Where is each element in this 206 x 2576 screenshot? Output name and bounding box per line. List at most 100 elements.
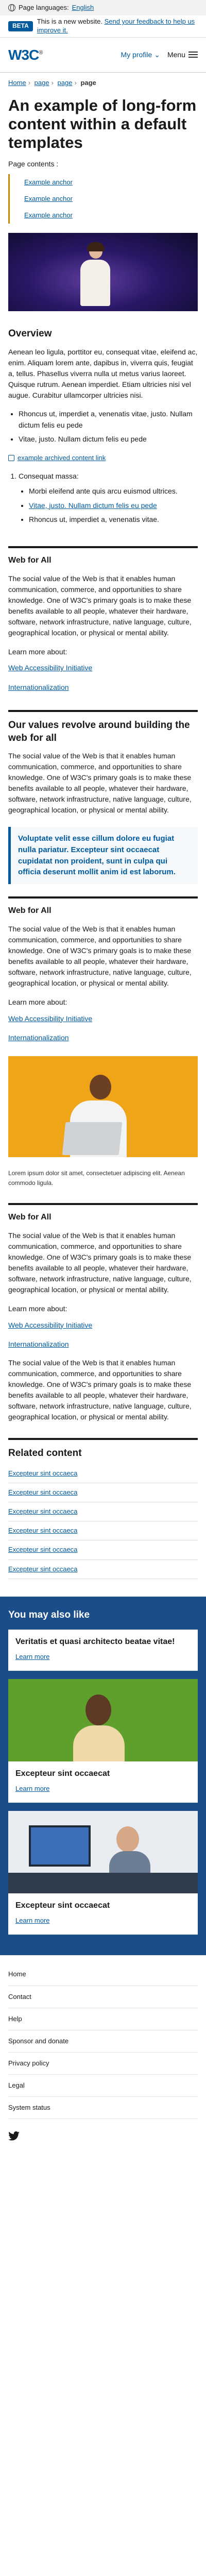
list-item: Vitae, justo. Nullam dictum felis eu ped…	[29, 499, 198, 513]
footer-link-help[interactable]: Help	[8, 2015, 22, 2023]
list-item: Rhoncus ut, imperdiet a, venenatis vitae…	[29, 513, 198, 527]
list-item: Excepteur sint occaeca	[8, 1502, 198, 1522]
i18n-link[interactable]: Internationalization	[8, 1033, 69, 1042]
footer-item: Contact	[8, 1986, 198, 2008]
footer-link-legal[interactable]: Legal	[8, 2081, 25, 2089]
card-learn-more-link[interactable]: Learn more	[15, 1785, 49, 1792]
toc-item: Example anchor	[24, 191, 190, 207]
nested-list-link[interactable]: Vitae, justo. Nullam dictum felis eu ped…	[29, 501, 157, 510]
breadcrumb-home[interactable]: Home	[8, 79, 26, 87]
card-body: Excepteur sint occaecat Learn more	[8, 1893, 198, 1935]
wai-link[interactable]: Web Accessibility Initiative	[8, 1014, 92, 1023]
footer-item: Sponsor and donate	[8, 2030, 198, 2053]
toc-link[interactable]: Example anchor	[24, 211, 73, 219]
section-heading-web-for-all: Web for All	[8, 555, 52, 565]
learn-more-label: Learn more about:	[8, 1304, 67, 1313]
toc-item: Example anchor	[24, 207, 190, 224]
breadcrumb-page-1[interactable]: page	[35, 79, 49, 87]
hero-image-speaker	[8, 233, 198, 312]
section-paragraph: The social value of the Web is that it e…	[8, 1359, 192, 1421]
overview-paragraph: Aenean leo ligula, porttitor eu, consequ…	[8, 348, 198, 400]
beta-text: This is a new website. Send your feedbac…	[37, 18, 198, 35]
promo-card[interactable]: Excepteur sint occaecat Learn more	[8, 1679, 198, 1803]
i18n-link[interactable]: Internationalization	[8, 1340, 69, 1348]
footer-link-privacy[interactable]: Privacy policy	[8, 2059, 49, 2067]
laptop-shape	[62, 1122, 123, 1156]
card-body: Veritatis et quasi architecto beatae vit…	[8, 1630, 198, 1671]
also-like-heading: You may also like	[8, 1609, 90, 1620]
toc-link[interactable]: Example anchor	[24, 195, 73, 202]
section-heading-web-for-all: Web for All	[8, 906, 52, 916]
language-link-english[interactable]: English	[72, 3, 94, 13]
woman-head	[85, 1694, 111, 1726]
overview-bullets: Rhoncus ut, imperdiet a, venenatis vitae…	[0, 404, 206, 450]
language-bar: Page languages: English	[0, 0, 206, 15]
link-paragraph: Internationalization	[0, 1335, 206, 1354]
section-paragraph: The social value of the Web is that it e…	[8, 574, 192, 637]
related-content-heading: Related content	[8, 1448, 82, 1459]
monitor-shape	[29, 1825, 91, 1867]
site-header: W3C® My profile ⌄ Menu	[0, 38, 206, 73]
related-link[interactable]: Excepteur sint occaeca	[8, 1565, 77, 1573]
document-icon	[8, 455, 14, 462]
card-learn-more-link[interactable]: Learn more	[15, 1653, 49, 1660]
promo-card[interactable]: Veritatis et quasi architecto beatae vit…	[8, 1630, 198, 1671]
twitter-icon	[8, 2131, 20, 2141]
related-link[interactable]: Excepteur sint occaeca	[8, 1527, 77, 1534]
archived-content-anchor[interactable]: example archived content link	[18, 453, 106, 463]
breadcrumb-page-2[interactable]: page	[58, 79, 73, 87]
values-heading: Our values revolve around building the w…	[8, 719, 190, 743]
list-item: Morbi eleifend ante quis arcu euismod ul…	[29, 484, 198, 499]
wai-link[interactable]: Web Accessibility Initiative	[8, 664, 92, 672]
menu-button[interactable]: Menu	[167, 49, 198, 61]
nested-list: Morbi eleifend ante quis arcu euismod ul…	[19, 484, 198, 527]
speaker-body	[80, 260, 110, 307]
desk-shape	[8, 1873, 198, 1894]
w3c-logo[interactable]: W3C®	[8, 44, 43, 66]
footer-item: Legal	[8, 2075, 198, 2097]
breadcrumb-separator: ›	[74, 79, 77, 87]
list-item: Excepteur sint occaeca	[8, 1483, 198, 1503]
hamburger-icon	[188, 52, 198, 58]
wai-link[interactable]: Web Accessibility Initiative	[8, 1321, 92, 1329]
speaker-hair	[87, 242, 105, 252]
footer-links: Home Contact Help Sponsor and donate Pri…	[0, 1955, 206, 2120]
page-contents-label: Page contents :	[8, 160, 59, 168]
values-paragraph: The social value of the Web is that it e…	[8, 752, 192, 815]
menu-label: Menu	[167, 50, 185, 59]
section-paragraph: The social value of the Web is that it e…	[8, 925, 192, 988]
footer-link-home[interactable]: Home	[8, 1970, 26, 1978]
related-link[interactable]: Excepteur sint occaeca	[8, 1469, 77, 1477]
footer-link-contact[interactable]: Contact	[8, 1993, 31, 2001]
related-content-list: Excepteur sint occaeca Excepteur sint oc…	[0, 1464, 206, 1579]
card-learn-more-link[interactable]: Learn more	[15, 1917, 49, 1924]
related-link[interactable]: Excepteur sint occaeca	[8, 1546, 77, 1553]
breadcrumb-separator: ›	[28, 79, 31, 87]
list-item: Consequat massa: Morbi eleifend ante qui…	[19, 469, 198, 531]
list-item: Excepteur sint occaeca	[8, 1540, 198, 1560]
twitter-link[interactable]	[8, 2131, 20, 2143]
section-heading-web-for-all: Web for All	[8, 1213, 52, 1222]
i18n-link[interactable]: Internationalization	[8, 683, 69, 691]
photo-man-with-laptop	[8, 1056, 198, 1158]
list-item-text: Consequat massa:	[19, 472, 79, 481]
related-link[interactable]: Excepteur sint occaeca	[8, 1488, 77, 1496]
globe-icon	[8, 4, 15, 11]
my-profile-button[interactable]: My profile ⌄	[121, 49, 160, 61]
footer-link-sponsor[interactable]: Sponsor and donate	[8, 2037, 68, 2045]
promo-card[interactable]: Excepteur sint occaecat Learn more	[8, 1811, 198, 1935]
page-title: An example of long-form content within a…	[8, 96, 197, 151]
link-paragraph: Web Accessibility Initiative	[0, 1316, 206, 1335]
learn-more-label: Learn more about:	[8, 998, 67, 1007]
breadcrumb-separator: ›	[51, 79, 54, 87]
you-may-also-like: You may also like Veritatis et quasi arc…	[0, 1596, 206, 1956]
list-item: Excepteur sint occaeca	[8, 1560, 198, 1579]
list-item: Excepteur sint occaeca	[8, 1521, 198, 1541]
toc-link[interactable]: Example anchor	[24, 178, 73, 186]
related-link[interactable]: Excepteur sint occaeca	[8, 1507, 77, 1515]
section-paragraph: The social value of the Web is that it e…	[8, 1231, 192, 1294]
footer-item: Home	[8, 1963, 198, 1986]
link-paragraph: Web Accessibility Initiative	[0, 658, 206, 678]
language-label: Page languages:	[19, 3, 69, 11]
footer-link-status[interactable]: System status	[8, 2104, 50, 2111]
